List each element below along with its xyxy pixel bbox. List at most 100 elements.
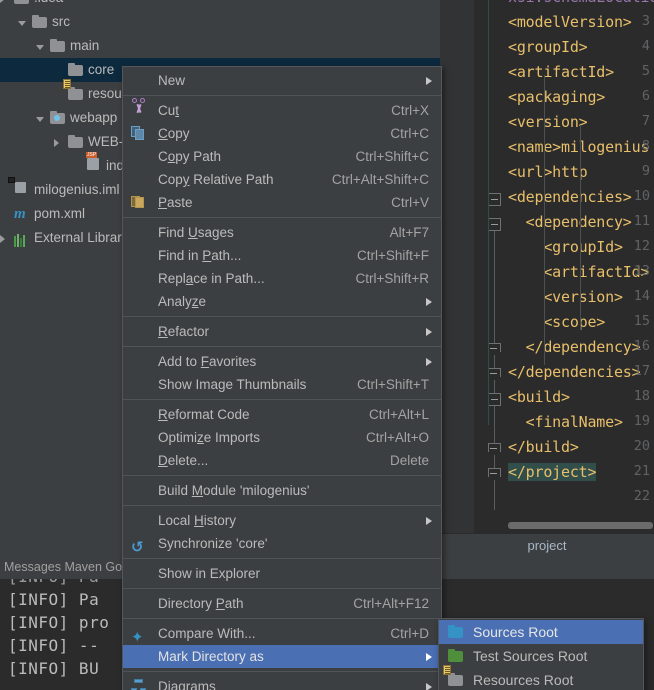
menu-item[interactable]: Directory Path Ctrl+Alt+F12 bbox=[123, 592, 441, 615]
code-line[interactable]: xsi:schemaLocation bbox=[508, 0, 654, 6]
paste-icon bbox=[131, 195, 147, 211]
line-number: 22 bbox=[633, 488, 650, 504]
editor-horizontal-scrollbar[interactable] bbox=[508, 522, 653, 529]
tree-row-label: pom.xml bbox=[34, 206, 86, 221]
menu-item-shortcut: Ctrl+Alt+F12 bbox=[353, 596, 429, 611]
chevron-down-icon[interactable] bbox=[36, 117, 44, 122]
editor-breadcrumb[interactable]: project bbox=[440, 533, 654, 557]
code-line[interactable]: </project> bbox=[508, 463, 597, 481]
menu-item[interactable]: Analyze bbox=[123, 290, 441, 313]
code-fold-toggle[interactable] bbox=[488, 368, 501, 380]
tree-row-label: .idea bbox=[34, 0, 63, 10]
menu-item-shortcut: Ctrl+Alt+Shift+C bbox=[331, 172, 429, 187]
menu-item-shortcut: Ctrl+Shift+R bbox=[355, 271, 429, 286]
code-line[interactable]: <version> bbox=[508, 288, 623, 306]
menu-item[interactable]: Show in Explorer bbox=[123, 562, 441, 585]
compare-icon: ✦ bbox=[131, 629, 144, 646]
line-number: 8 bbox=[641, 138, 650, 154]
menu-item[interactable]: Paste Ctrl+V bbox=[123, 191, 441, 214]
tree-row[interactable]: src bbox=[0, 10, 440, 34]
menu-item[interactable]: Optimize Imports Ctrl+Alt+O bbox=[123, 426, 441, 449]
code-line[interactable]: <dependencies> bbox=[508, 188, 632, 206]
code-line[interactable]: <dependency> bbox=[508, 213, 632, 231]
menu-item[interactable]: New bbox=[123, 69, 441, 92]
line-number: 20 bbox=[633, 438, 650, 454]
menu-separator bbox=[123, 588, 441, 589]
code-fold-toggle[interactable] bbox=[488, 393, 501, 406]
menu-item-label: Diagrams bbox=[158, 679, 216, 690]
code-line[interactable]: <build> bbox=[508, 388, 570, 406]
chevron-down-icon[interactable] bbox=[18, 21, 26, 26]
chevron-down-icon[interactable] bbox=[36, 45, 44, 50]
code-line[interactable]: <artifactId> bbox=[508, 263, 649, 281]
menu-item[interactable]: Find Usages Alt+F7 bbox=[123, 221, 441, 244]
submenu-item[interactable]: Sources Root bbox=[439, 620, 643, 644]
line-number: 16 bbox=[633, 338, 650, 354]
tree-row-label: core bbox=[88, 62, 115, 77]
code-fold-toggle[interactable] bbox=[488, 468, 501, 480]
code-line[interactable]: <version> bbox=[508, 113, 588, 131]
code-fold-toggle[interactable] bbox=[488, 343, 501, 355]
code-line[interactable]: <artifactId> bbox=[508, 63, 614, 81]
code-line[interactable]: <groupId> bbox=[508, 38, 588, 56]
code-line[interactable]: <finalName> bbox=[508, 413, 623, 431]
code-editor-panel[interactable]: xsi:schemaLocation <modelVersion> <groupId… bbox=[440, 0, 654, 557]
menu-item-label: Mark Directory as bbox=[158, 649, 264, 664]
menu-item[interactable]: Find in Path... Ctrl+Shift+F bbox=[123, 244, 441, 267]
code-line[interactable]: <modelVersion> bbox=[508, 13, 632, 31]
tree-row[interactable]: .idea bbox=[0, 0, 440, 10]
submenu-arrow-icon bbox=[426, 653, 432, 661]
code-line[interactable]: </build> bbox=[508, 438, 579, 456]
line-number: 5 bbox=[641, 63, 650, 79]
menu-item[interactable]: Copy Path Ctrl+Shift+C bbox=[123, 145, 441, 168]
menu-item[interactable]: Diagrams bbox=[123, 675, 441, 690]
menu-item[interactable]: ✦ Compare With... Ctrl+D bbox=[123, 622, 441, 646]
menu-item-label: Analyze bbox=[158, 294, 207, 309]
menu-item[interactable]: Reformat Code Ctrl+Alt+L bbox=[123, 403, 441, 426]
editor-fold-column[interactable] bbox=[488, 0, 502, 557]
mark-directory-as-submenu[interactable]: Sources Root Test Sources Root Resources R… bbox=[438, 618, 644, 690]
submenu-item[interactable]: Resources Root bbox=[439, 665, 643, 690]
menu-item[interactable]: Replace in Path... Ctrl+Shift+R bbox=[123, 267, 441, 290]
menu-item[interactable]: ↺ Synchronize 'core' bbox=[123, 532, 441, 555]
code-line[interactable]: <scope> bbox=[508, 313, 605, 331]
menu-item[interactable]: Local History bbox=[123, 509, 441, 532]
code-line[interactable]: <packaging> bbox=[508, 88, 605, 106]
context-menu[interactable]: New Cut Ctrl+X Copy Ctrl+C Copy Path Ctrl+Shif… bbox=[122, 66, 442, 690]
tree-row-label: webapp bbox=[70, 110, 118, 125]
chevron-right-icon[interactable] bbox=[54, 139, 59, 147]
code-fold-toggle[interactable] bbox=[488, 218, 501, 231]
menu-item[interactable]: Mark Directory as bbox=[123, 645, 441, 668]
menu-item[interactable]: Cut Ctrl+X bbox=[123, 98, 441, 122]
menu-item[interactable]: Copy Ctrl+C bbox=[123, 122, 441, 145]
code-line[interactable]: </dependencies> bbox=[508, 363, 641, 381]
line-number: 4 bbox=[641, 38, 650, 54]
tree-row[interactable]: main bbox=[0, 34, 440, 58]
code-line[interactable]: <url>http bbox=[508, 163, 588, 181]
menu-item-label: Refactor bbox=[158, 324, 210, 339]
menu-item-label: Replace in Path... bbox=[158, 271, 265, 286]
menu-item[interactable]: Add to Favorites bbox=[123, 350, 441, 373]
line-number: 2 bbox=[642, 0, 650, 4]
menu-item-label: Find Usages bbox=[158, 225, 234, 240]
code-fold-toggle[interactable] bbox=[488, 443, 501, 455]
menu-item[interactable]: Delete... Delete bbox=[123, 449, 441, 472]
line-number: 17 bbox=[633, 363, 650, 379]
menu-item[interactable]: Show Image Thumbnails Ctrl+Shift+T bbox=[123, 373, 441, 396]
console-tab-label[interactable]: Messages Maven Go bbox=[4, 560, 122, 574]
menu-item[interactable]: Copy Relative Path Ctrl+Alt+Shift+C bbox=[123, 168, 441, 191]
menu-item[interactable]: Build Module 'milogenius' bbox=[123, 479, 441, 502]
code-line[interactable]: </dependency> bbox=[508, 338, 641, 356]
code-line[interactable]: <groupId> bbox=[508, 238, 623, 256]
menu-item-label: Optimize Imports bbox=[158, 430, 261, 445]
chevron-right-icon[interactable] bbox=[0, 235, 5, 243]
chevron-right-icon[interactable] bbox=[0, 0, 5, 3]
scope-guide bbox=[488, 0, 489, 425]
menu-item-shortcut: Ctrl+V bbox=[391, 195, 429, 210]
menu-item[interactable]: Refactor bbox=[123, 320, 441, 343]
code-line[interactable]: <name>milogenius bbox=[508, 138, 649, 156]
submenu-item[interactable]: Test Sources Root bbox=[439, 644, 643, 668]
code-fold-toggle[interactable] bbox=[488, 193, 501, 206]
menu-separator bbox=[123, 618, 441, 619]
menu-item-shortcut: Delete bbox=[389, 453, 429, 468]
